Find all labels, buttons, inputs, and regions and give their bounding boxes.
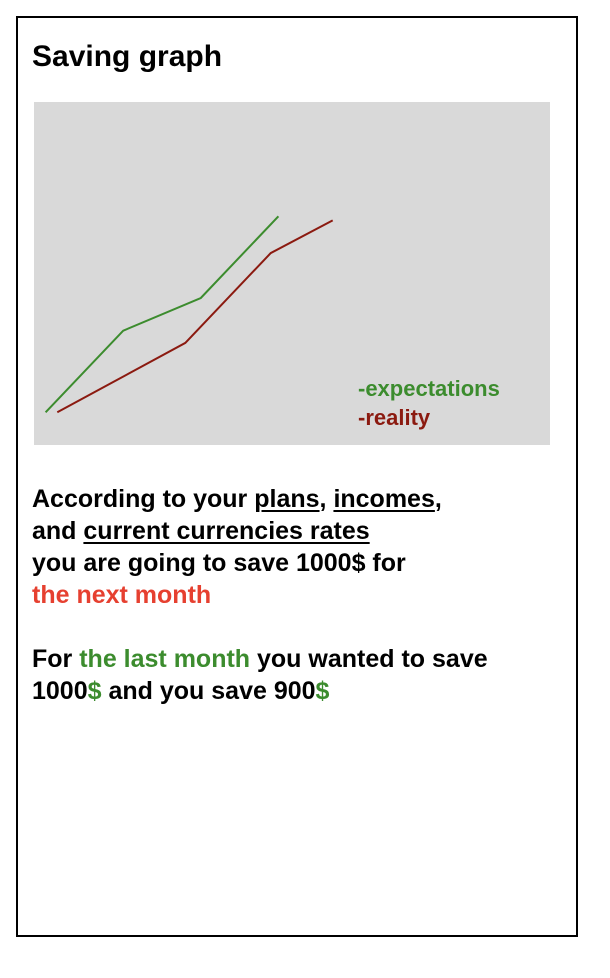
currency-symbol-1: $ (87, 677, 102, 705)
forecast-line-2: and current currencies rates (32, 515, 442, 547)
last-month-highlight: the last month (79, 645, 251, 673)
saving-chart: -expectations -reality (34, 102, 550, 445)
next-month-highlight: the next month (32, 581, 212, 609)
incomes-link[interactable]: incomes (333, 485, 434, 513)
legend-entry-expectations: -expectations (358, 376, 500, 401)
last-month-line-2: 1000$ and you save 900$ (32, 675, 488, 707)
page-title: Saving graph (32, 40, 223, 73)
currency-rates-link[interactable]: current currencies rates (83, 517, 369, 545)
legend-entry-reality: -reality (358, 405, 431, 430)
forecast-paragraph: According to your plans, incomes, and cu… (32, 483, 442, 611)
chart-legend: -expectations -reality (358, 374, 500, 432)
series-line-expectations (44, 215, 280, 413)
forecast-separator-1: , (319, 485, 334, 513)
forecast-and-text: and (32, 517, 84, 545)
forecast-separator-2: , (434, 485, 442, 513)
saved-amount-text: and you save 900 (101, 677, 316, 705)
last-month-text-1: For (32, 645, 80, 673)
last-month-line-1: For the last month you wanted to save (32, 643, 488, 675)
target-amount: 1000 (32, 677, 88, 705)
last-month-text-2: you wanted to save (250, 645, 488, 673)
plans-link[interactable]: plans (254, 485, 319, 513)
last-month-paragraph: For the last month you wanted to save 10… (32, 643, 488, 707)
forecast-line-3: you are going to save 1000$ for (32, 549, 406, 577)
forecast-line-1: According to your plans, incomes, (32, 483, 442, 515)
currency-symbol-2: $ (315, 677, 330, 705)
series-line-reality (56, 219, 334, 414)
forecast-text-1: According to your (32, 485, 255, 513)
